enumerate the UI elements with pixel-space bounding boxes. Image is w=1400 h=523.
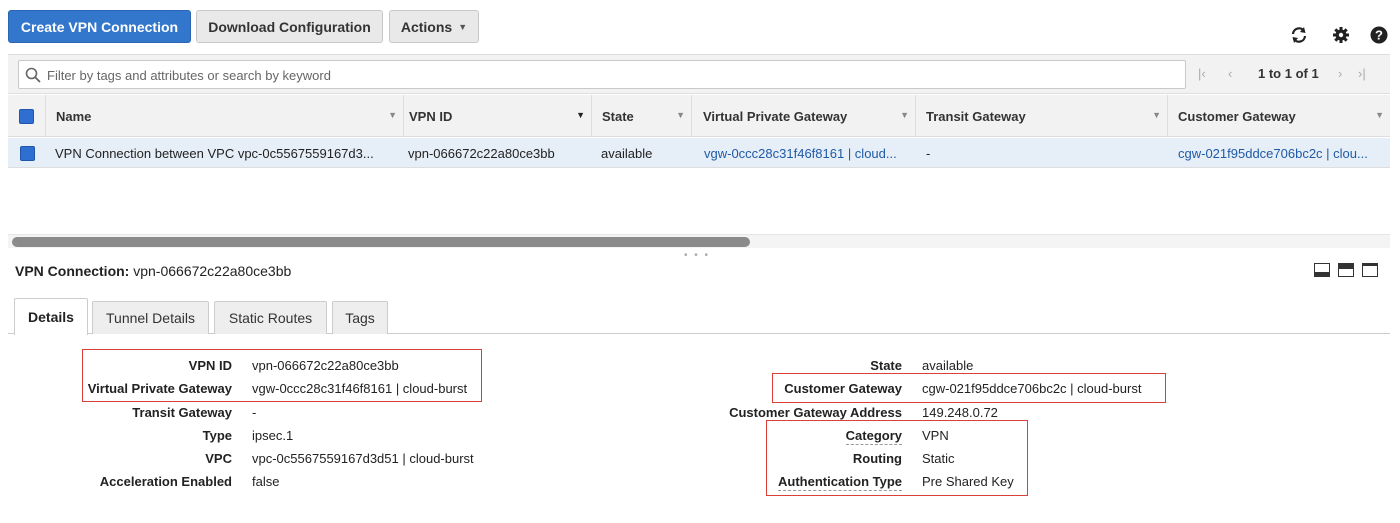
pager-range: 1 to 1 of 1 [1258, 66, 1319, 81]
details-tabs: Details Tunnel Details Static Routes Tag… [8, 298, 1390, 335]
column-label: VPN ID [409, 108, 453, 124]
cell-vgw-link[interactable]: vgw-0ccc28c31f46f8161 | cloud... [704, 138, 914, 168]
first-page-icon[interactable]: |‹ [1198, 66, 1206, 81]
details-title-value: vpn-066672c22a80ce3bb [133, 263, 292, 279]
details-panel-title: VPN Connection: vpn-066672c22a80ce3bb [15, 263, 291, 279]
cell-cgw-link[interactable]: cgw-021f95ddce706bc2c | clou... [1178, 138, 1383, 168]
cell-vpn-id: vpn-066672c22a80ce3bb [408, 145, 555, 161]
tab-details[interactable]: Details [14, 298, 88, 335]
svg-text:?: ? [1375, 28, 1383, 43]
layout-full-icon[interactable] [1362, 263, 1378, 277]
sort-icon: ▼ [676, 110, 685, 120]
create-vpn-connection-button[interactable]: Create VPN Connection [8, 10, 191, 43]
table-header: Name ▼ VPN ID ▼ State ▼ Virtual Private Gat… [8, 95, 1390, 137]
download-configuration-button[interactable]: Download Configuration [196, 10, 383, 43]
value-vpc-link[interactable]: vpc-0c5567559167d3d51 | cloud-burst [252, 451, 474, 466]
table-row[interactable]: VPN Connection between VPC vpc-0c5567559… [8, 138, 1390, 168]
tab-tunnel-details[interactable]: Tunnel Details [92, 301, 209, 334]
tab-static-routes[interactable]: Static Routes [214, 301, 327, 334]
value-acceleration-enabled: false [252, 474, 280, 489]
tab-tags[interactable]: Tags [332, 301, 388, 334]
column-label: Transit Gateway [926, 108, 1026, 124]
sort-icon: ▼ [900, 110, 909, 120]
row-checkbox-cell[interactable] [8, 138, 46, 168]
column-header-vgw[interactable]: Virtual Private Gateway ▼ [692, 95, 916, 137]
select-all-checkbox-cell[interactable] [8, 95, 46, 137]
label-type: Type [202, 428, 232, 443]
sort-icon: ▼ [388, 110, 397, 120]
scrollbar-thumb[interactable] [12, 237, 750, 247]
cell-tgw: - [926, 145, 931, 161]
select-all-checkbox[interactable] [19, 108, 34, 124]
next-page-icon[interactable]: › [1338, 66, 1342, 81]
value-transit-gateway: - [252, 405, 257, 420]
sort-icon: ▼ [1375, 110, 1384, 120]
column-header-name[interactable]: Name ▼ [46, 95, 404, 137]
details-title-label: VPN Connection: [15, 263, 130, 279]
highlight-box-category-routing-auth [766, 420, 1028, 496]
search-input[interactable] [47, 65, 1177, 85]
row-checkbox[interactable] [19, 145, 35, 161]
last-page-icon[interactable]: ›| [1358, 66, 1366, 81]
highlight-box-vgw [82, 349, 482, 402]
panel-resize-handle[interactable]: • • • [684, 250, 710, 261]
cell-state: available [601, 145, 653, 161]
chevron-down-icon: ▼ [458, 21, 468, 32]
sort-icon: ▼ [576, 110, 585, 120]
value-customer-gateway-address: 149.248.0.72 [922, 405, 998, 420]
refresh-icon[interactable] [1288, 24, 1310, 46]
gear-icon[interactable] [1330, 24, 1352, 46]
label-customer-gateway-address: Customer Gateway Address [729, 405, 902, 420]
column-header-vpn-id[interactable]: VPN ID ▼ [404, 95, 592, 137]
column-header-tgw[interactable]: Transit Gateway ▼ [916, 95, 1168, 137]
label-vpc: VPC [205, 451, 232, 466]
layout-bottom-icon[interactable] [1314, 263, 1330, 277]
highlight-box-cgw [772, 373, 1166, 403]
column-label: Name [56, 108, 92, 124]
value-state: available [922, 358, 974, 373]
column-header-cgw[interactable]: Customer Gateway ▼ [1168, 95, 1390, 137]
cell-name: VPN Connection between VPC vpc-0c5567559… [55, 145, 374, 161]
search-icon [25, 67, 41, 86]
toolbar: Create VPN Connection Download Configura… [0, 0, 1400, 54]
column-label: Customer Gateway [1178, 108, 1296, 124]
pagination: |‹ ‹ 1 to 1 of 1 › ›| [1198, 65, 1378, 85]
filter-bar: |‹ ‹ 1 to 1 of 1 › ›| [8, 54, 1390, 94]
sort-icon: ▼ [1152, 110, 1161, 120]
value-type: ipsec.1 [252, 428, 294, 443]
actions-button[interactable]: Actions ▼ [389, 10, 479, 43]
help-icon[interactable]: ? [1368, 24, 1390, 46]
search-box[interactable] [18, 60, 1186, 89]
layout-split-icon[interactable] [1338, 263, 1354, 277]
column-label: State [602, 108, 634, 124]
prev-page-icon[interactable]: ‹ [1228, 66, 1232, 81]
label-state: State [870, 358, 902, 373]
column-label: Virtual Private Gateway [703, 108, 848, 124]
actions-label: Actions [400, 18, 453, 35]
label-transit-gateway: Transit Gateway [132, 405, 232, 420]
label-acceleration-enabled: Acceleration Enabled [99, 474, 232, 489]
horizontal-scrollbar[interactable] [8, 234, 1390, 248]
column-header-state[interactable]: State ▼ [592, 95, 692, 137]
panel-layout-toggles [1314, 263, 1384, 279]
